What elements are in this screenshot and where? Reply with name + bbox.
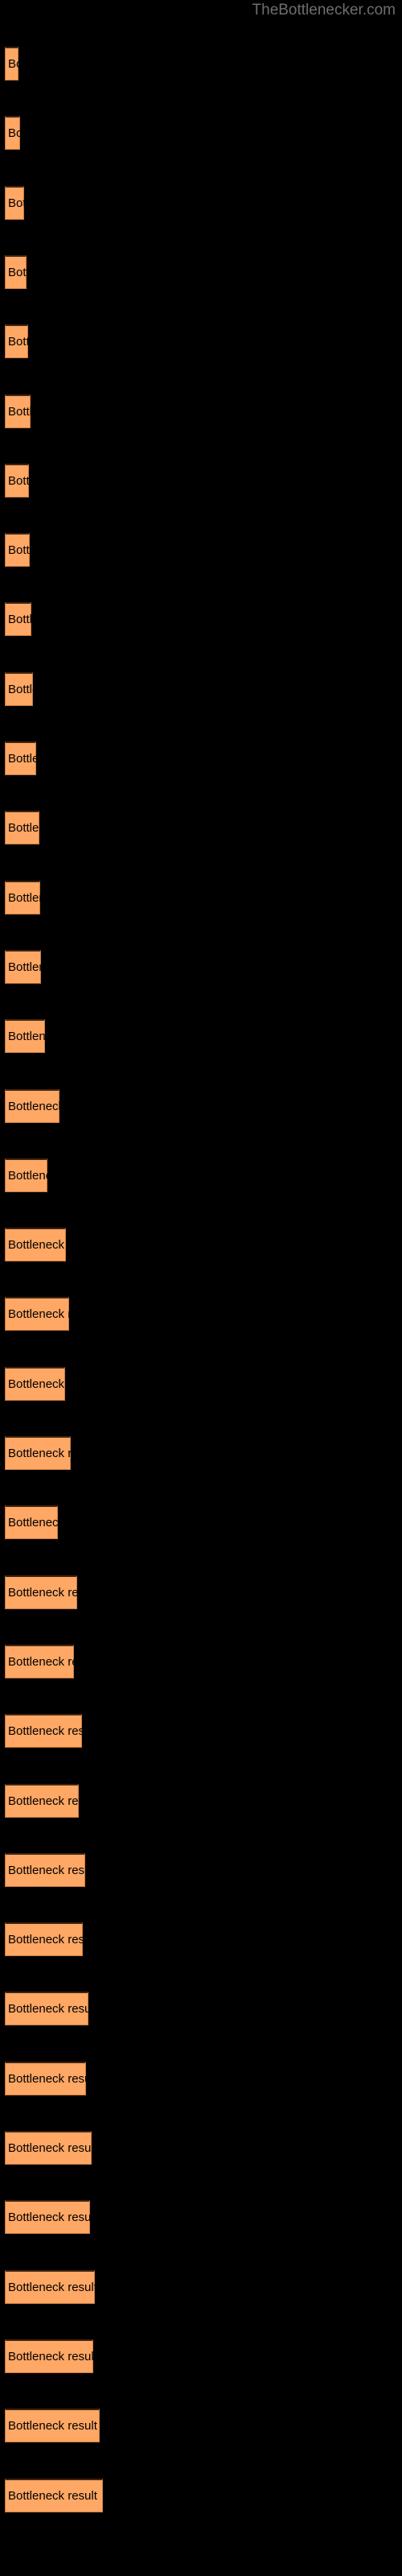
bar[interactable] bbox=[5, 463, 29, 497]
bar-label: Bottleneck result bbox=[8, 126, 97, 141]
bar[interactable] bbox=[5, 1297, 69, 1331]
bar-label: Bottleneck result bbox=[8, 57, 97, 71]
bar[interactable] bbox=[5, 1505, 58, 1540]
bar[interactable] bbox=[5, 324, 28, 359]
bar[interactable] bbox=[5, 880, 40, 914]
bar[interactable] bbox=[5, 394, 31, 428]
bar[interactable] bbox=[5, 116, 20, 151]
bottleneck-bar-chart: TheBottlenecker.com Bottleneck result Bot… bbox=[0, 0, 402, 2576]
bar[interactable] bbox=[5, 1644, 74, 1678]
bar[interactable] bbox=[5, 1852, 85, 1887]
bar[interactable] bbox=[5, 1922, 83, 1957]
bar[interactable] bbox=[5, 1019, 45, 1054]
bar[interactable] bbox=[5, 602, 31, 637]
bar[interactable] bbox=[5, 1783, 79, 1818]
bar[interactable] bbox=[5, 47, 18, 80]
bar[interactable] bbox=[5, 2478, 103, 2512]
bar[interactable] bbox=[5, 1158, 47, 1192]
bar[interactable] bbox=[5, 254, 27, 289]
bar[interactable] bbox=[5, 741, 36, 775]
bar[interactable] bbox=[5, 185, 24, 220]
bar[interactable] bbox=[5, 2409, 100, 2443]
bar[interactable] bbox=[5, 2269, 95, 2304]
bar[interactable] bbox=[5, 1088, 59, 1123]
bar[interactable] bbox=[5, 1366, 65, 1401]
bar[interactable] bbox=[5, 1714, 82, 1748]
bar[interactable] bbox=[5, 1575, 77, 1609]
bar[interactable] bbox=[5, 1436, 71, 1470]
chart-plot-area: Bottleneck result Bottleneck result Bottle… bbox=[0, 0, 402, 2576]
bar[interactable] bbox=[5, 1992, 88, 2026]
bar[interactable] bbox=[5, 2131, 92, 2165]
bar[interactable] bbox=[5, 949, 41, 984]
bar[interactable] bbox=[5, 1228, 66, 1262]
bar[interactable] bbox=[5, 2339, 93, 2373]
bar[interactable] bbox=[5, 2061, 86, 2095]
bar[interactable] bbox=[5, 671, 33, 706]
bar[interactable] bbox=[5, 533, 30, 568]
bar[interactable] bbox=[5, 811, 39, 845]
bar[interactable] bbox=[5, 2200, 90, 2235]
